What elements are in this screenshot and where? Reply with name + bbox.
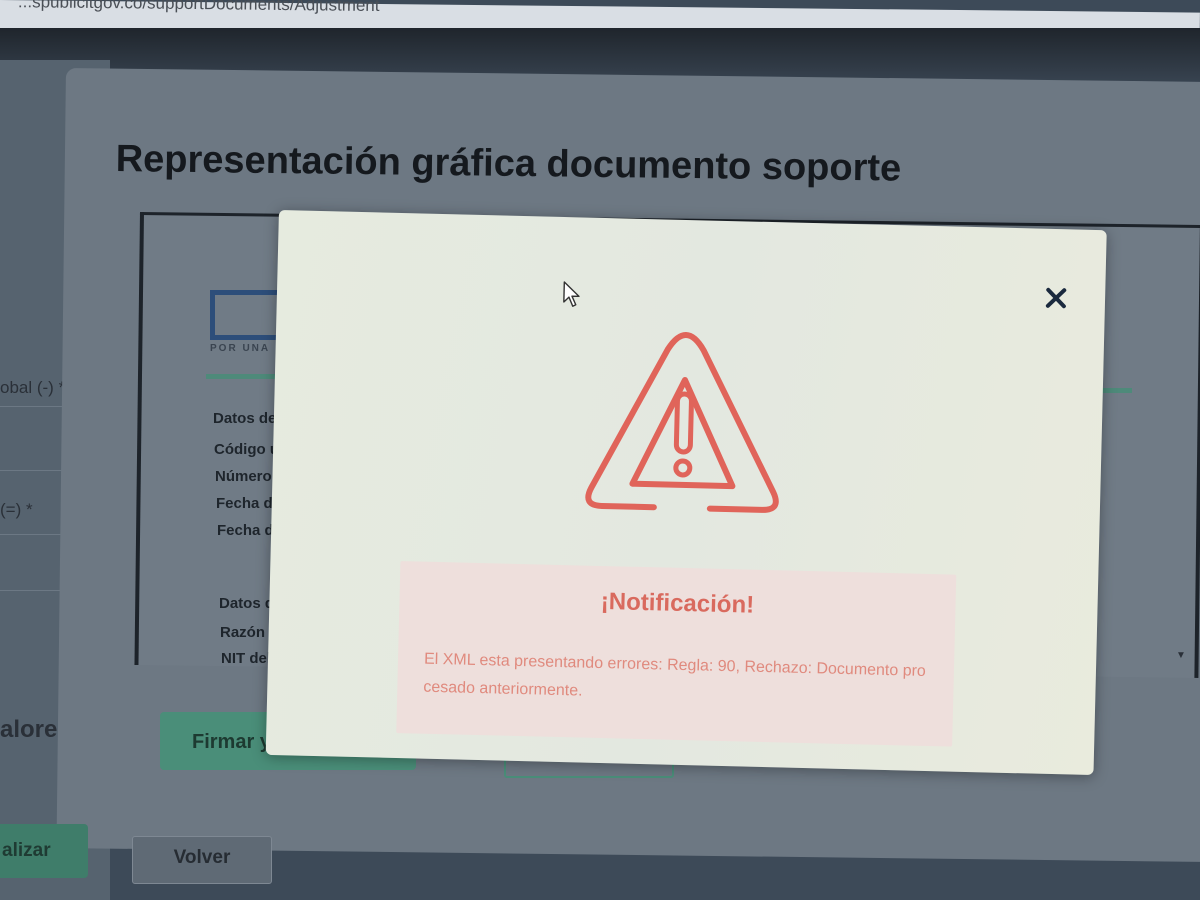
notification-modal: ¡Notificación! El XML esta presentando e… — [265, 210, 1107, 776]
form-field-label: (=) * — [0, 500, 33, 519]
notification-title: ¡Notificación! — [600, 587, 755, 619]
browser-url[interactable]: ...spublicitgov.co/supportDocuments/Adju… — [18, 0, 380, 16]
logo-subtitle: POR UNA — [210, 343, 271, 354]
doc-field-label: Número — [215, 468, 272, 485]
sign-button-label: Firmar y — [192, 731, 271, 753]
doc-field-label: Datos de — [213, 410, 277, 427]
finalize-button[interactable]: alizar — [0, 824, 88, 878]
scroll-down-icon[interactable]: ▼ — [1176, 650, 1186, 661]
notification-message: El XML esta presentando errores: Regla: … — [423, 650, 927, 700]
finalize-button-label: alizar — [2, 840, 51, 861]
form-field-label: obal (-) * — [0, 378, 66, 397]
doc-field-label: Código ú — [214, 441, 279, 458]
doc-field-label: NIT del — [221, 650, 272, 667]
screen: ...spublicitgov.co/supportDocuments/Adju… — [0, 0, 1200, 900]
back-button[interactable]: Volver — [132, 836, 272, 884]
close-icon[interactable] — [1043, 285, 1070, 312]
dian-logo — [210, 290, 285, 340]
warning-triangle-icon — [585, 332, 779, 513]
notification-message-box: ¡Notificación! El XML esta presentando e… — [396, 561, 957, 747]
mouse-cursor-icon — [563, 281, 580, 307]
